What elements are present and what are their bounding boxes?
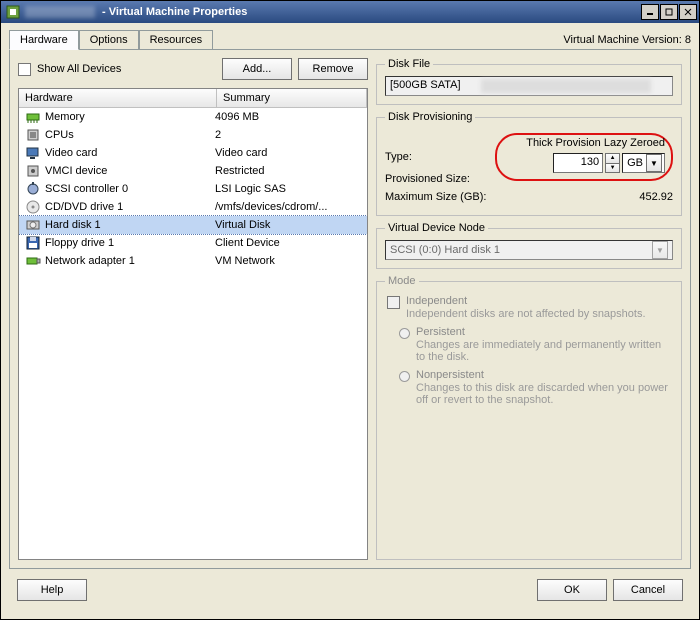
hardware-name: Video card [45, 147, 97, 159]
cancel-button[interactable]: Cancel [613, 579, 683, 601]
size-spinner[interactable]: ▲▼ [605, 153, 620, 173]
disk-file-field[interactable]: [500GB SATA] [385, 76, 673, 96]
hardware-name: CD/DVD drive 1 [45, 201, 123, 213]
chevron-down-icon: ▼ [646, 154, 662, 172]
hardware-summary: 4096 MB [213, 111, 363, 123]
hardware-name: Network adapter 1 [45, 255, 135, 267]
tab-hardware[interactable]: Hardware [9, 30, 79, 50]
remove-button[interactable]: Remove [298, 58, 368, 80]
prov-type-label: Type: [385, 151, 495, 163]
tab-options[interactable]: Options [79, 30, 139, 50]
mode-group: Mode Independent Independent disks are n… [376, 275, 682, 560]
tab-resources[interactable]: Resources [139, 30, 214, 50]
memory-icon [25, 109, 41, 125]
hardware-name: SCSI controller 0 [45, 183, 128, 195]
floppy-icon [25, 235, 41, 251]
hardware-table-header: Hardware Summary [19, 89, 367, 108]
nic-icon [25, 253, 41, 269]
virtual-device-node-group: Virtual Device Node SCSI (0:0) Hard disk… [376, 222, 682, 269]
mode-legend: Mode [385, 275, 419, 287]
hardware-row[interactable]: Hard disk 1 Virtual Disk [19, 216, 367, 234]
disk-provisioning-legend: Disk Provisioning [385, 111, 475, 123]
hardware-summary: Virtual Disk [213, 219, 363, 231]
hardware-summary: LSI Logic SAS [213, 183, 363, 195]
hardware-row[interactable]: VMCI device Restricted [19, 162, 367, 180]
prov-size-label: Provisioned Size: [385, 173, 495, 185]
prov-type-value: Thick Provision Lazy Zeroed [526, 137, 665, 149]
hardware-name: Floppy drive 1 [45, 237, 114, 249]
persistent-hint: Changes are immediately and permanently … [416, 339, 673, 363]
help-button[interactable]: Help [17, 579, 87, 601]
hardware-summary: Restricted [213, 165, 363, 177]
highlight-oval: Thick Provision Lazy Zeroed 130 ▲▼ GB▼ [495, 133, 673, 181]
scsi-icon [25, 181, 41, 197]
close-button[interactable] [679, 4, 697, 20]
tab-strip: Hardware Options Resources [9, 29, 213, 49]
redacted-name [25, 6, 95, 18]
chevron-down-icon: ▼ [652, 241, 668, 259]
chip-icon [25, 163, 41, 179]
col-summary[interactable]: Summary [217, 89, 367, 107]
hardware-row[interactable]: Floppy drive 1 Client Device [19, 234, 367, 252]
hardware-row[interactable]: SCSI controller 0 LSI Logic SAS [19, 180, 367, 198]
hardware-summary: VM Network [213, 255, 363, 267]
provisioned-size-input[interactable]: 130 [553, 153, 603, 173]
hardware-row[interactable]: CPUs 2 [19, 126, 367, 144]
nonpersistent-radio [399, 371, 410, 382]
hardware-name: Hard disk 1 [45, 219, 101, 231]
disk-file-legend: Disk File [385, 58, 433, 70]
hardware-summary: 2 [213, 129, 363, 141]
hardware-name: VMCI device [45, 165, 107, 177]
show-all-devices-label: Show All Devices [37, 63, 121, 75]
hardware-summary: Client Device [213, 237, 363, 249]
hdd-icon [25, 217, 41, 233]
size-unit-select[interactable]: GB▼ [622, 153, 665, 173]
vm-version-label: Virtual Machine Version: 8 [563, 34, 691, 49]
app-icon [5, 4, 21, 20]
max-size-value: 452.92 [545, 191, 673, 203]
hardware-row[interactable]: Video card Video card [19, 144, 367, 162]
vdn-legend: Virtual Device Node [385, 222, 488, 234]
independent-label: Independent [406, 295, 673, 307]
persistent-radio [399, 328, 410, 339]
col-hardware[interactable]: Hardware [19, 89, 217, 107]
disk-provisioning-group: Disk Provisioning Type: Thick Provision … [376, 111, 682, 216]
cpu-icon [25, 127, 41, 143]
nonpersistent-hint: Changes to this disk are discarded when … [416, 382, 673, 406]
max-size-label: Maximum Size (GB): [385, 191, 545, 203]
hardware-row[interactable]: CD/DVD drive 1/vmfs/devices/cdrom/... [19, 198, 367, 216]
hardware-summary: Video card [213, 147, 363, 159]
hardware-table: Hardware Summary Memory 4096 MB CPUs 2 Video… [18, 88, 368, 560]
hardware-row[interactable]: Network adapter 1 VM Network [19, 252, 367, 270]
cd-icon [25, 199, 41, 215]
window-title: - Virtual Machine Properties [25, 6, 641, 18]
titlebar: - Virtual Machine Properties [1, 1, 699, 23]
video-icon [25, 145, 41, 161]
vm-properties-window: - Virtual Machine Properties Hardware Op… [0, 0, 700, 620]
disk-file-group: Disk File [500GB SATA] [376, 58, 682, 105]
maximize-button[interactable] [660, 4, 678, 20]
show-all-devices-checkbox[interactable] [18, 63, 31, 76]
independent-hint: Independent disks are not affected by sn… [406, 308, 673, 320]
hardware-name: Memory [45, 111, 85, 123]
hardware-name: CPUs [45, 129, 74, 141]
vdn-select: SCSI (0:0) Hard disk 1 ▼ [385, 240, 673, 260]
hardware-row[interactable]: Memory 4096 MB [19, 108, 367, 126]
persistent-label: Persistent [416, 326, 673, 338]
nonpersistent-label: Nonpersistent [416, 369, 673, 381]
ok-button[interactable]: OK [537, 579, 607, 601]
redacted-path [481, 79, 651, 93]
independent-checkbox [387, 296, 400, 309]
add-button[interactable]: Add... [222, 58, 292, 80]
minimize-button[interactable] [641, 4, 659, 20]
hardware-summary: /vmfs/devices/cdrom/... [213, 201, 363, 213]
